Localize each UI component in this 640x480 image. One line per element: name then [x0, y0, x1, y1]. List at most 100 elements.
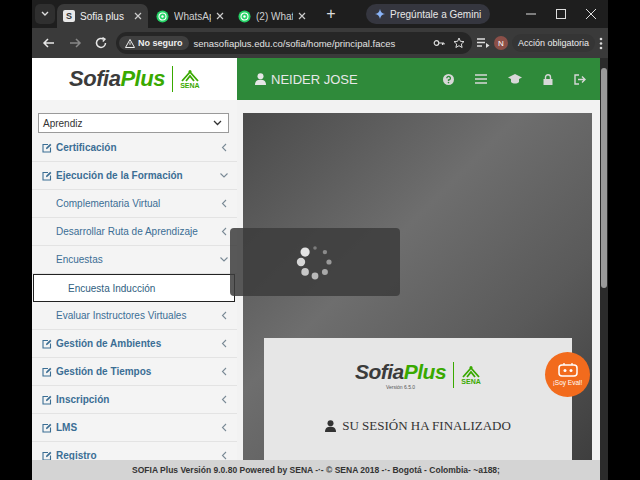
address-bar[interactable]: No seguro senasofiaplus.edu.co/sofia/hom… — [116, 32, 472, 54]
site-logo[interactable]: SofiaPlus SENA — [32, 58, 237, 100]
new-tab-button[interactable]: + — [320, 5, 342, 23]
chevron-icon — [221, 339, 227, 348]
gemini-label: Pregúntale a Gemini — [390, 9, 481, 20]
sidebar-item[interactable]: Gestión de Tiempos — [32, 358, 237, 386]
whatsapp-icon — [156, 10, 169, 23]
graduation-cap-icon[interactable] — [508, 74, 522, 84]
sidebar-item[interactable]: Complementaria Virtual — [32, 190, 237, 218]
user-icon — [325, 420, 336, 432]
logo-divider — [172, 66, 173, 92]
sidebar-item-label: Gestión de Tiempos — [56, 366, 151, 377]
browser-tab[interactable]: WhatsApp — [150, 4, 230, 28]
security-chip[interactable]: No seguro — [119, 36, 189, 50]
header-actions — [443, 74, 586, 85]
scrollbar[interactable] — [600, 58, 608, 480]
tab-label: Sofia plus — [80, 11, 129, 22]
media-controls-icon[interactable] — [476, 37, 490, 49]
sidebar-item-label: Inscripción — [56, 394, 109, 405]
tab-strip: S Sofia plus WhatsApp (2) WhatsAp + Preg… — [32, 0, 608, 28]
chevron-icon — [221, 451, 227, 460]
user-name[interactable]: NEIDER JOSE — [255, 72, 358, 87]
chevron-icon — [220, 257, 229, 263]
edit-icon — [42, 451, 52, 461]
edit-icon — [42, 395, 52, 405]
chevron-down-icon — [40, 9, 50, 19]
close-icon[interactable] — [134, 12, 142, 20]
browser-tab[interactable]: S Sofia plus — [57, 4, 148, 28]
site-footer: SOFIA Plus Versión 9.0.80 Powered by SEN… — [32, 460, 600, 480]
sena-emblem-icon — [180, 70, 200, 82]
sidebar-item[interactable]: Gestión de Ambientes — [32, 330, 237, 358]
whatsapp-icon — [238, 10, 251, 23]
logo-text: SofiaPlus — [69, 66, 165, 92]
browser-tab[interactable]: (2) WhatsAp — [232, 4, 312, 28]
profile-avatar[interactable]: N — [494, 36, 508, 50]
star-icon[interactable] — [453, 37, 465, 49]
user-bar: NEIDER JOSE — [237, 58, 600, 100]
close-icon[interactable] — [216, 12, 224, 20]
logout-icon[interactable] — [574, 74, 586, 85]
screen: S Sofia plus WhatsApp (2) WhatsAp + Preg… — [0, 0, 640, 480]
address-icons — [433, 37, 465, 49]
sidebar-item[interactable]: Desarrollar Ruta de Aprendizaje — [32, 218, 237, 246]
security-label: No seguro — [138, 38, 183, 48]
sidebar-item-label: Encuesta Inducción — [68, 283, 155, 294]
sena-logo: SENA — [180, 70, 200, 89]
sidebar-item-label: Certificación — [56, 142, 117, 153]
help-icon[interactable] — [443, 74, 454, 85]
sidebar-item-label: Encuestas — [56, 254, 103, 265]
lock-icon[interactable] — [543, 74, 553, 85]
tab-label: (2) WhatsAp — [256, 11, 293, 22]
sparkle-icon — [375, 9, 385, 19]
key-icon[interactable] — [433, 37, 445, 49]
scrollbar-thumb[interactable] — [601, 68, 607, 288]
sena-logo: SENA — [461, 366, 481, 385]
assistant-badge[interactable]: ¡Soy Eval! — [545, 352, 590, 397]
chevron-down-icon — [213, 120, 222, 126]
window-controls — [526, 9, 608, 19]
gemini-button[interactable]: Pregúntale a Gemini — [366, 4, 490, 24]
sidebar: Aprendiz Certificación Ejecución de la F… — [32, 100, 237, 460]
warning-icon — [125, 39, 135, 48]
logo-divider — [453, 362, 454, 388]
sidebar-item[interactable]: Ejecución de la Formación — [32, 162, 237, 190]
close-window-icon[interactable] — [586, 9, 596, 19]
edit-icon — [42, 171, 52, 181]
tab-label: WhatsApp — [174, 11, 211, 22]
spinner-icon — [293, 240, 337, 284]
list-icon[interactable] — [475, 74, 487, 84]
chevron-icon — [221, 227, 227, 236]
edit-icon — [42, 339, 52, 349]
url-text: senasofiaplus.edu.co/sofia/home/principa… — [194, 38, 396, 49]
tab-search-button[interactable] — [35, 4, 55, 24]
back-arrow-icon[interactable] — [38, 36, 60, 50]
sidebar-item-label: Evaluar Instructores Virtuales — [56, 310, 186, 321]
loading-overlay — [230, 228, 400, 296]
role-select[interactable]: Aprendiz — [38, 113, 229, 133]
more-menu-icon[interactable] — [599, 37, 603, 50]
minimize-icon[interactable] — [526, 9, 536, 19]
chevron-icon — [221, 395, 227, 404]
sidebar-item-label: LMS — [56, 422, 77, 433]
session-message: SU SESIÓN HA FINALIZADO — [325, 418, 511, 434]
maximize-icon[interactable] — [556, 9, 566, 19]
sidebar-item[interactable]: LMS — [32, 414, 237, 442]
session-dialog: SofiaPlus Versión 6.5.0 SENA SU SESIÓN H… — [264, 338, 572, 460]
user-icon — [255, 73, 266, 85]
sidebar-item[interactable]: Inscripción — [32, 386, 237, 414]
edit-icon — [42, 423, 52, 433]
sidebar-item-label: Gestión de Ambientes — [56, 338, 161, 349]
sidebar-item[interactable]: Evaluar Instructores Virtuales — [32, 302, 237, 330]
sidebar-item[interactable]: Encuestas — [32, 246, 237, 274]
sidebar-item-label: Desarrollar Ruta de Aprendizaje — [56, 226, 198, 237]
reload-icon[interactable] — [90, 36, 112, 50]
edit-icon — [42, 367, 52, 377]
page-content: SofiaPlus SENA NEIDER JOSE Aprendiz Cert… — [32, 58, 600, 480]
close-icon[interactable] — [298, 12, 306, 20]
sidebar-item[interactable]: Encuesta Inducción — [33, 274, 235, 302]
edit-icon — [42, 143, 52, 153]
required-action-button[interactable]: Acción obligatoria — [512, 34, 595, 52]
forward-arrow-icon[interactable] — [64, 36, 86, 50]
sidebar-item[interactable]: Certificación — [32, 134, 237, 162]
sidebar-item[interactable]: Registro — [32, 442, 237, 460]
